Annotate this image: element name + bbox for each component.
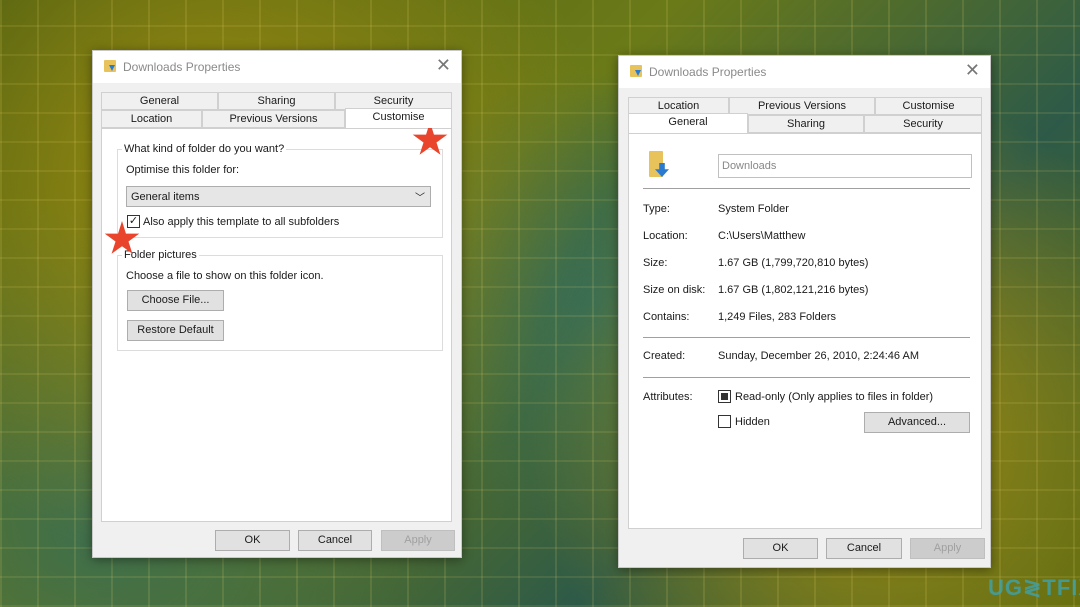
title-bar: Downloads Properties ✕ <box>93 51 461 83</box>
restore-default-button[interactable]: Restore Default <box>127 320 224 341</box>
hidden-checkbox[interactable] <box>718 415 731 428</box>
property-value: 1.67 GB (1,799,720,810 bytes) <box>718 257 869 269</box>
title-bar: Downloads Properties ✕ <box>619 56 990 88</box>
advanced-button[interactable]: Advanced... <box>864 412 970 433</box>
right-properties-dialog: Downloads Properties ✕ Location Previous… <box>618 55 991 568</box>
ok-button[interactable]: OK <box>215 530 290 551</box>
tab-previous-versions[interactable]: Previous Versions <box>202 110 345 128</box>
divider <box>643 377 970 378</box>
optimise-dropdown[interactable]: General items ﹀ <box>126 186 431 207</box>
tab-location[interactable]: Location <box>101 110 202 128</box>
tab-security[interactable]: Security <box>864 115 982 133</box>
folder-download-icon <box>649 151 669 177</box>
left-properties-dialog: Downloads Properties ✕ General Sharing S… <box>92 50 462 558</box>
property-label: Size on disk: <box>643 284 706 296</box>
tab-panel: Type: System Folder Location: C:\Users\Matt… <box>628 133 982 529</box>
property-value: C:\Users\Matthew <box>718 230 806 242</box>
cancel-button[interactable]: Cancel <box>298 530 372 551</box>
choose-file-button[interactable]: Choose File... <box>127 290 224 311</box>
created-value: Sunday, December 26, 2010, 2:24:46 AM <box>718 350 919 362</box>
cancel-button[interactable]: Cancel <box>826 538 902 559</box>
tab-general[interactable]: General <box>101 92 218 110</box>
property-value: 1,249 Files, 283 Folders <box>718 311 837 323</box>
folder-name-input[interactable] <box>718 154 972 178</box>
dropdown-value: General items <box>131 191 200 203</box>
readonly-checkbox[interactable] <box>718 390 731 403</box>
group-label: What kind of folder do you want? <box>122 143 287 155</box>
folder-download-icon <box>104 60 116 72</box>
tab-customise[interactable]: Customise <box>345 108 452 128</box>
created-label: Created: <box>643 350 686 362</box>
ok-button[interactable]: OK <box>743 538 818 559</box>
property-label: Size: <box>643 257 668 269</box>
tab-panel: What kind of folder do you want? Optimis… <box>101 128 452 522</box>
tab-sharing[interactable]: Sharing <box>218 92 335 110</box>
property-label: Location: <box>643 230 688 242</box>
close-icon[interactable]: ✕ <box>965 60 980 81</box>
folder-download-icon <box>630 65 642 77</box>
readonly-label: Read-only (Only applies to files in fold… <box>735 391 934 403</box>
apply-button[interactable]: Apply <box>910 538 985 559</box>
divider <box>643 188 970 189</box>
dialog-title: Downloads Properties <box>123 60 241 74</box>
tab-previous-versions[interactable]: Previous Versions <box>729 97 875 115</box>
tab-sharing[interactable]: Sharing <box>748 115 864 133</box>
apply-button[interactable]: Apply <box>381 530 455 551</box>
tab-customise[interactable]: Customise <box>875 97 982 115</box>
divider <box>643 337 970 338</box>
hidden-label: Hidden <box>735 416 770 428</box>
property-label: Contains: <box>643 311 690 323</box>
property-value: 1.67 GB (1,802,121,216 bytes) <box>718 284 869 296</box>
tab-general[interactable]: General <box>628 113 748 133</box>
close-icon[interactable]: ✕ <box>436 55 451 76</box>
property-value: System Folder <box>718 203 789 215</box>
attributes-label: Attributes: <box>643 391 693 403</box>
property-label: Type: <box>643 203 670 215</box>
watermark-logo: UG≷TFIX <box>988 575 1080 600</box>
choose-text: Choose a file to show on this folder ico… <box>126 270 324 282</box>
group-label: Folder pictures <box>122 249 199 261</box>
dialog-title: Downloads Properties <box>649 65 767 79</box>
chevron-down-icon: ﹀ <box>415 193 425 204</box>
optimise-label: Optimise this folder for: <box>126 164 240 176</box>
apply-subfolders-checkbox[interactable]: ✓ <box>127 215 140 228</box>
apply-subfolders-label: Also apply this template to all subfolde… <box>143 216 340 228</box>
